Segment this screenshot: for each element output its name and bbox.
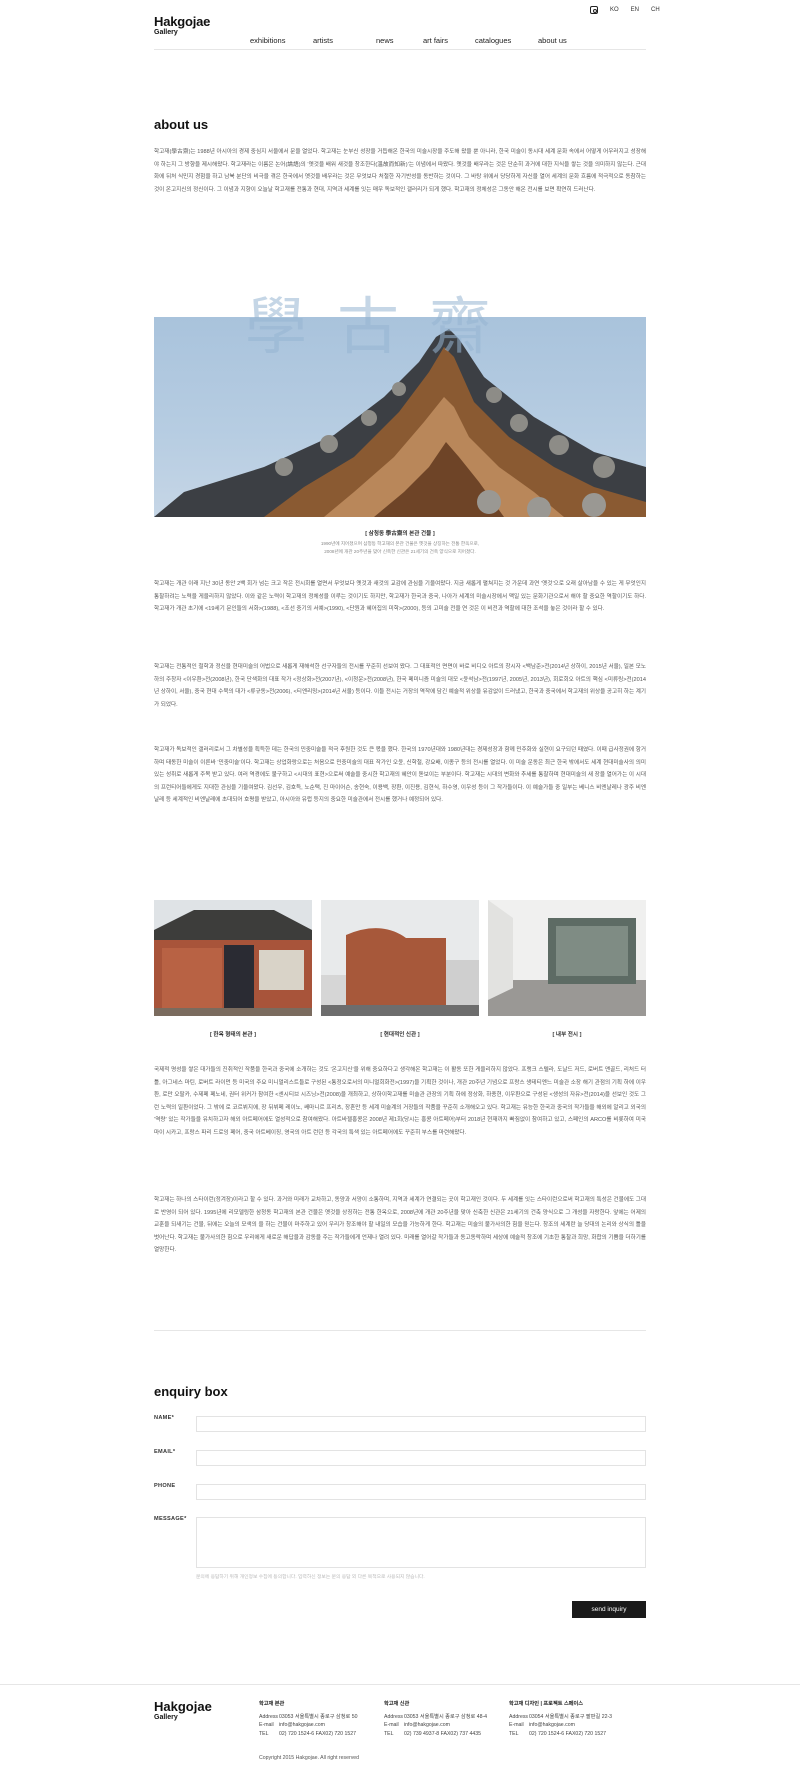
hero-hanja-title: 學古齋: [245, 290, 522, 363]
top-utility-bar: KO EN CH: [590, 6, 660, 14]
about-paragraph-1: 학고재는 개관 이래 지난 30년 동안 2백 회가 넘는 크고 작은 전시회를…: [154, 581, 646, 612]
hero-caption-line: 2008년에 개관 20주년을 맞아 신축한 신관은 21세기의 건축 양식으로…: [324, 549, 476, 554]
lang-ko[interactable]: KO: [610, 7, 619, 13]
name-label: NAME*: [154, 1415, 175, 1421]
section-divider: [154, 1330, 646, 1331]
email-field[interactable]: [196, 1450, 646, 1466]
address-label: Address: [384, 1713, 404, 1720]
footer-divider: [0, 1684, 800, 1685]
logo-sub: Gallery: [154, 29, 178, 36]
email-label: EMAIL*: [154, 1449, 176, 1455]
address-value: 03053 서울특별시 종로구 삼청로 48-4: [404, 1713, 488, 1720]
email-label: E-mail: [259, 1722, 274, 1728]
footer-col-new-hall: 학고재 신관 Address 03053 서울특별시 종로구 삼청로 48-4 E…: [384, 1700, 504, 1738]
site-header: Hakgojae Gallery KO EN CH exhibitions ar…: [0, 0, 800, 50]
tel-value: 02) 739 4937-8 FAX02) 737 4435: [404, 1730, 482, 1737]
about-title: about us: [154, 117, 209, 132]
gallery-caption-1: [ 한옥 형태의 본관 ]: [210, 1032, 256, 1038]
about-paragraph-3: 학고재가 독보적인 갤러리로서 그 차별성을 획득한 데는 한국의 민중미술을 …: [154, 747, 646, 803]
email-label: E-mail: [509, 1722, 524, 1728]
footer-logo-sub: Gallery: [154, 1714, 178, 1721]
address-value: 03054 서울특별시 종로구 팔판길 22-3: [529, 1713, 613, 1720]
main-nav: exhibitions artists news art fairs catal…: [250, 36, 567, 45]
address-value: 03053 서울특별시 종로구 삼청로 50: [279, 1713, 358, 1720]
copyright: Copyright 2015 Hakgojae. All right reser…: [259, 1755, 360, 1761]
gallery-image-new-hall: [321, 900, 479, 1016]
about-intro: 학고재(學古齋)는 1988년 아시아의 경제 중심지 서울에서 문을 열었다.…: [154, 149, 646, 193]
footer-logo-name: Hakgojae: [154, 1699, 212, 1714]
gallery-caption-3: [ 내부 전시 ]: [552, 1032, 582, 1038]
tel-value: 02) 720 1524-6 FAX02) 720 1527: [279, 1730, 357, 1737]
nav-about-us[interactable]: about us: [538, 36, 567, 45]
footer-col-project-space: 학고재 디자인 | 프로젝트 스페이스 Address 03054 서울특별시 종…: [509, 1700, 646, 1738]
nav-exhibitions[interactable]: exhibitions: [250, 36, 313, 45]
tel-value: 02) 720 1524-6 FAX02) 720 1527: [529, 1730, 607, 1737]
privacy-note: 문의에 응답하기 위해 개인정보 수집에 동의합니다. 입력하신 정보는 문의 …: [196, 1575, 425, 1580]
logo-name: Hakgojae: [154, 14, 211, 29]
tel-label: TEL: [509, 1730, 519, 1737]
nav-news[interactable]: news: [376, 36, 423, 45]
tel-label: TEL: [384, 1730, 394, 1737]
footer-col-title: 학고재 본관: [259, 1701, 285, 1707]
address-label: Address: [509, 1713, 529, 1720]
hero-caption-title: [ 삼청동 學古齋의 본관 건물 ]: [365, 531, 435, 537]
name-field[interactable]: [196, 1416, 646, 1432]
tel-label: TEL: [259, 1730, 269, 1737]
send-inquiry-button[interactable]: send inquiry: [572, 1601, 646, 1618]
nav-catalogues[interactable]: catalogues: [475, 36, 538, 45]
gallery-image-main-hall: [154, 900, 312, 1016]
about-paragraph-2: 학고재는 전통적인 철학과 정신을 현대미술의 어법으로 새롭게 재해석한 선구…: [154, 664, 646, 708]
about-paragraph-5: 학고재는 하나의 스타이런(정겨장)이라고 할 수 있다. 과거와 미래가 교차…: [154, 1197, 646, 1253]
phone-label: PHONE: [154, 1483, 176, 1489]
email-link[interactable]: info@hakgojae.com: [279, 1721, 325, 1730]
nav-art-fairs[interactable]: art fairs: [423, 36, 475, 45]
footer-col-title: 학고재 디자인 | 프로젝트 스페이스: [509, 1701, 584, 1707]
address-label: Address: [259, 1713, 279, 1720]
message-label: MESSAGE*: [154, 1516, 187, 1522]
lang-en[interactable]: EN: [631, 7, 639, 13]
enquiry-title: enquiry box: [154, 1384, 228, 1399]
nav-divider: [154, 49, 646, 50]
message-field[interactable]: [196, 1517, 646, 1568]
instagram-icon[interactable]: [590, 6, 598, 14]
email-link[interactable]: info@hakgojae.com: [529, 1721, 575, 1730]
about-paragraph-4: 국제적 명성을 쌓은 대가들의 진취적인 작품을 한국과 중국에 소개하는 것도…: [154, 1067, 646, 1136]
phone-field[interactable]: [196, 1484, 646, 1500]
footer-col-title: 학고재 신관: [384, 1701, 410, 1707]
gallery-image-interior: [488, 900, 646, 1016]
hero-caption-body: 1990년에 지어졌으며 삼청동 학고재의 본관 건물은 옛것을 상징하는 전통…: [154, 540, 646, 556]
site-logo[interactable]: Hakgojae Gallery: [154, 15, 210, 36]
footer-logo[interactable]: Hakgojae Gallery: [154, 1700, 212, 1721]
lang-ch[interactable]: CH: [651, 7, 660, 13]
email-link[interactable]: info@hakgojae.com: [404, 1721, 450, 1730]
nav-artists[interactable]: artists: [313, 36, 376, 45]
hero-caption-line: 1990년에 지어졌으며 삼청동 학고재의 본관 건물은 옛것을 상징하는 전통…: [320, 541, 480, 546]
email-label: E-mail: [384, 1722, 399, 1728]
gallery-caption-2: [ 현대적인 신관 ]: [380, 1032, 420, 1038]
footer-col-main-hall: 학고재 본관 Address 03053 서울특별시 종로구 삼청로 50 E-m…: [259, 1700, 379, 1738]
